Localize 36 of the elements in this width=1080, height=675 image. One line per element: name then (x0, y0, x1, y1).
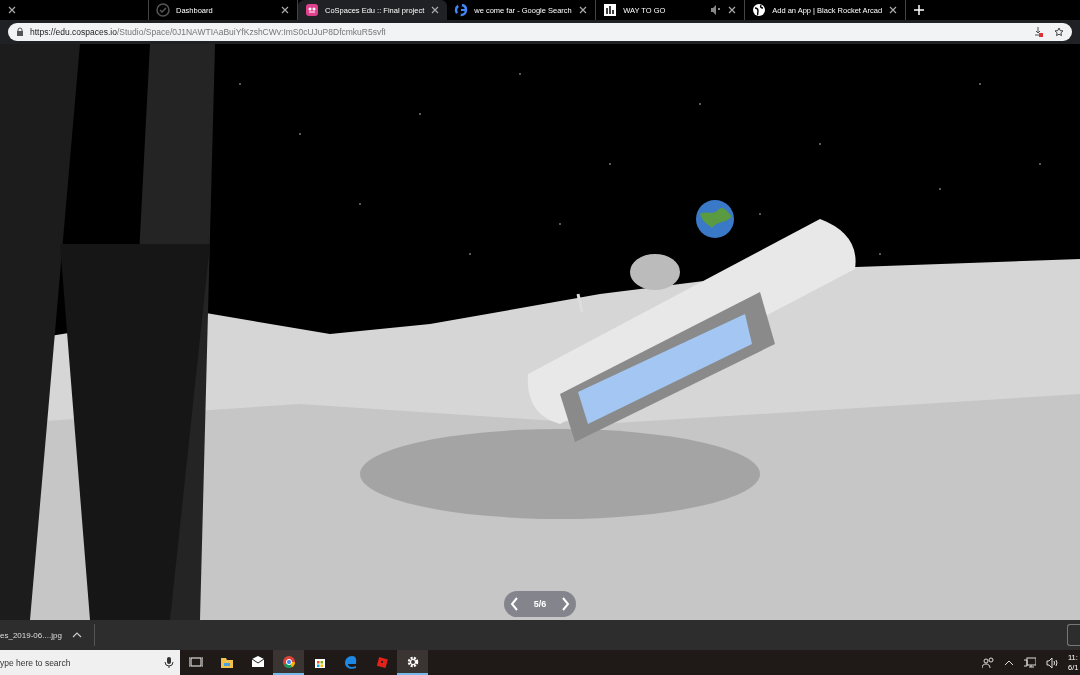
microphone-icon (164, 656, 174, 669)
bar-chart-icon (603, 3, 618, 17)
chevron-right-icon[interactable] (561, 597, 570, 611)
close-icon[interactable] (7, 5, 17, 15)
speaker-icon[interactable] (1046, 656, 1058, 669)
download-blocked-icon[interactable] (1034, 27, 1044, 37)
chevron-left-icon[interactable] (510, 597, 519, 611)
voice-search-button[interactable] (158, 650, 180, 675)
lock-icon (16, 27, 24, 37)
people-icon[interactable] (982, 656, 994, 669)
envelope-icon (250, 654, 265, 669)
close-icon[interactable] (430, 5, 441, 15)
show-all-button[interactable] (1067, 624, 1080, 646)
close-icon[interactable] (578, 5, 589, 15)
browser-icon (281, 654, 296, 669)
caret-up-icon (71, 632, 82, 638)
taskbar-app-button[interactable] (397, 650, 428, 675)
task-view-icon (188, 654, 203, 669)
close-icon[interactable] (888, 5, 899, 15)
download-item[interactable]: es_2019-06....jpg (0, 624, 95, 646)
globe-icon (752, 3, 767, 17)
taskbar-search-field[interactable]: ype here to search (0, 650, 158, 675)
star-icon[interactable] (1054, 27, 1064, 37)
taskbar-app-button[interactable] (273, 650, 304, 675)
close-icon[interactable] (727, 5, 738, 15)
app-logo-icon (305, 3, 319, 17)
caret-up-icon[interactable] (1004, 658, 1014, 667)
gear-icon (405, 654, 420, 669)
letter-e-icon (343, 654, 358, 669)
url-text: https://edu.cospaces.io/Studio/Space/0J1NAWTIAaBuiYfKzshCWv:ImS0cUJuP8DfcmkuR5svfI (30, 27, 387, 37)
address-bar[interactable]: https://edu.cospaces.io/Studio/Space/0J1NAWTIAaBuiYfKzshCWv:ImS0cUJuP8DfcmkuR5svfI (8, 23, 1072, 41)
slide-counter: 5/6 (533, 599, 547, 609)
check-circle-icon (156, 3, 170, 17)
network-icon[interactable] (1024, 657, 1036, 668)
close-icon[interactable] (280, 5, 290, 15)
plus-icon[interactable] (914, 5, 925, 15)
